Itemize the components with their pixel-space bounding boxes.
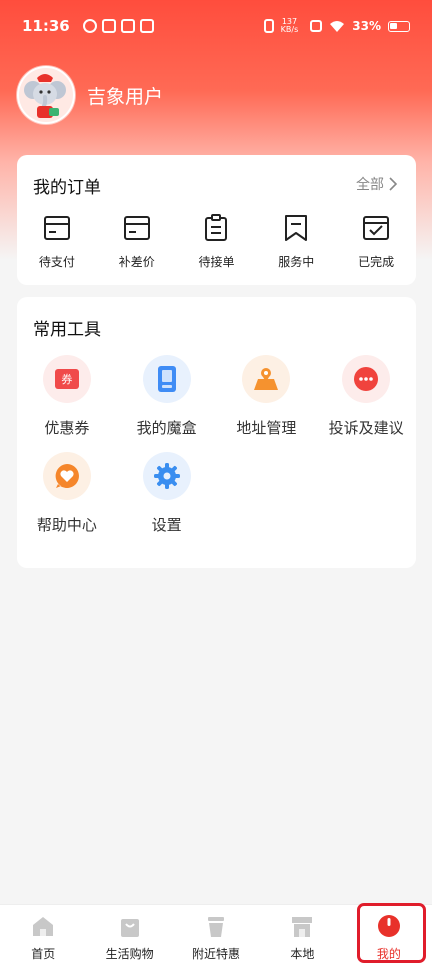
wallet-icon — [43, 216, 70, 240]
cup-icon — [208, 917, 225, 937]
order-label: 已完成 — [358, 255, 395, 269]
nav-home[interactable]: 首页 — [0, 905, 86, 964]
tool-label: 帮助中心 — [36, 516, 97, 534]
tool-label: 设置 — [151, 516, 182, 534]
orders-title: 我的订单 — [33, 178, 101, 198]
order-label: 待支付 — [38, 255, 75, 269]
see-all-orders-link[interactable]: 全部 — [356, 174, 398, 194]
chat-bubble-icon — [342, 355, 391, 403]
tool-label: 我的魔盒 — [136, 419, 197, 437]
tool-label: 地址管理 — [236, 419, 297, 437]
tool-magic-box[interactable]: 我的魔盒 — [117, 355, 217, 438]
tool-coupons[interactable]: 券 优惠券 — [17, 355, 117, 438]
status-time: 11:36 — [22, 17, 70, 35]
tool-help-center[interactable]: 帮助中心 — [17, 452, 117, 535]
coupon-icon: 券 — [42, 355, 91, 403]
wifi-icon — [330, 20, 345, 32]
bottom-navigation: 首页 生活购物 附近特惠 本地 我的 — [0, 904, 432, 964]
tools-title: 常用工具 — [33, 320, 101, 340]
bookmark-icon — [285, 215, 308, 241]
order-label: 待接单 — [198, 255, 235, 269]
chevron-right-icon — [389, 177, 398, 191]
nav-label: 本地 — [290, 947, 315, 961]
tool-complaints-suggestions[interactable]: 投诉及建议 — [316, 355, 416, 438]
order-completed[interactable]: 已完成 — [336, 213, 416, 270]
tool-label: 优惠券 — [44, 419, 90, 437]
check-box-icon — [363, 216, 390, 240]
clipboard-icon — [205, 214, 228, 241]
store-icon — [292, 917, 313, 937]
elephant-mascot-icon — [24, 74, 66, 118]
video-app-icon — [101, 19, 116, 33]
help-heart-icon — [42, 452, 91, 500]
battery-icon — [388, 20, 410, 32]
nav-mine[interactable]: 我的 — [346, 905, 432, 964]
tool-settings[interactable]: 设置 — [117, 452, 217, 535]
map-icon — [242, 355, 291, 403]
username[interactable]: 吉象用户 — [87, 82, 163, 109]
gear-icon — [142, 452, 191, 500]
profile-header[interactable]: 吉象用户 — [17, 66, 163, 124]
order-awaiting-acceptance[interactable]: 待接单 — [177, 213, 257, 270]
shop-app-icon — [139, 19, 154, 33]
nav-label: 我的 — [376, 947, 401, 961]
coupon-glyph: 券 — [54, 369, 79, 389]
nav-label: 首页 — [31, 947, 56, 961]
order-label: 服务中 — [278, 255, 315, 269]
vibrate-icon — [263, 19, 274, 33]
order-price-difference[interactable]: 补差价 — [97, 213, 177, 270]
avatar[interactable] — [17, 66, 75, 124]
mail-app-icon — [120, 19, 135, 33]
speed-unit: KB/s — [280, 25, 299, 34]
nav-life-shopping[interactable]: 生活购物 — [86, 905, 172, 964]
order-pending-payment[interactable]: 待支付 — [17, 213, 97, 270]
order-label: 补差价 — [118, 255, 155, 269]
nav-nearby-deals[interactable]: 附近特惠 — [173, 905, 259, 964]
home-icon — [33, 917, 54, 936]
nav-label: 生活购物 — [105, 947, 154, 961]
status-bar: 11:36 137 KB/s 33% — [0, 0, 432, 52]
my-orders-card: 我的订单 全部 待支付 补差价 待接单 服务中 已完成 — [17, 155, 416, 285]
network-speed: 137 KB/s — [281, 18, 299, 34]
common-tools-card: 常用工具 券 优惠券 我的魔盒 地址管理 投诉及建议 帮助中心 设置 — [17, 297, 416, 568]
nav-label: 附近特惠 — [192, 947, 241, 961]
app-notification-icon — [82, 19, 97, 33]
tool-label: 投诉及建议 — [328, 419, 404, 437]
order-in-service[interactable]: 服务中 — [256, 213, 336, 270]
sim-icon — [310, 20, 323, 32]
magic-box-icon — [142, 355, 191, 403]
battery-percent: 33% — [352, 19, 381, 33]
see-all-label: 全部 — [356, 177, 384, 193]
tool-address-management[interactable]: 地址管理 — [217, 355, 317, 438]
profile-drop-icon — [377, 915, 400, 937]
nav-local[interactable]: 本地 — [259, 905, 345, 964]
card-icon — [123, 216, 150, 240]
shopping-bag-icon — [120, 919, 139, 937]
